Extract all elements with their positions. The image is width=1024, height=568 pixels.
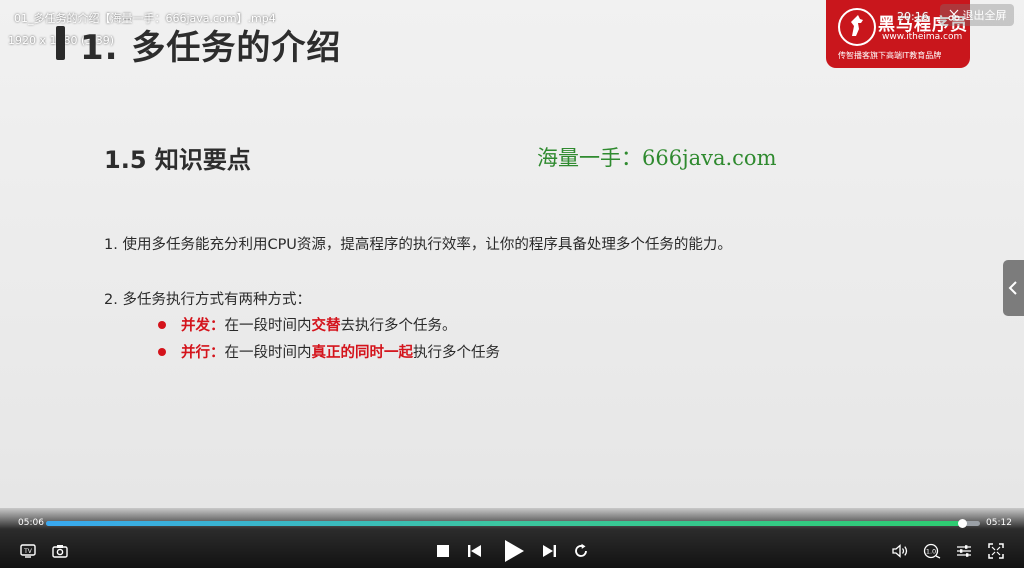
side-panel-toggle[interactable] xyxy=(1003,260,1024,316)
horse-logo-icon xyxy=(838,8,876,46)
chevron-left-icon xyxy=(1008,281,1017,295)
clock: 20:16 xyxy=(897,10,929,23)
fullscreen-icon[interactable] xyxy=(987,542,1005,560)
sub2-pre: 在一段时间内 xyxy=(224,345,312,361)
brand-url: www.itheima.com xyxy=(882,32,963,42)
play-icon[interactable] xyxy=(501,539,527,563)
volume-icon[interactable] xyxy=(891,542,909,560)
exit-fullscreen-button[interactable]: 退出全屏 xyxy=(940,4,1014,26)
progress-bar[interactable] xyxy=(46,519,980,528)
replay-icon[interactable] xyxy=(572,542,590,560)
progress-handle[interactable] xyxy=(958,519,968,528)
bullet-icon xyxy=(158,320,166,329)
title-accent-bar xyxy=(56,26,65,60)
bullet-icon xyxy=(158,347,166,356)
progress-fill xyxy=(46,521,963,526)
sub1-pre: 在一段时间内 xyxy=(224,318,312,334)
prev-icon[interactable] xyxy=(466,542,484,560)
horse-icon xyxy=(851,15,863,36)
camera-icon[interactable] xyxy=(51,542,69,560)
point-2: 2. 多任务执行方式有两种方式： xyxy=(104,292,311,308)
sub2-emphasis: 真正的同时一起 xyxy=(311,345,414,361)
current-time: 05:06 xyxy=(18,518,44,528)
sub-point-parallelism: 并行： 在一段时间内 真正的同时一起 执行多个任务 xyxy=(158,341,500,362)
term-parallelism: 并行： xyxy=(181,345,225,361)
sub1-post: 去执行多个任务。 xyxy=(340,318,457,334)
total-time: 05:12 xyxy=(986,518,1012,528)
settings-icon[interactable] xyxy=(955,542,973,560)
scissors-icon xyxy=(947,9,960,21)
next-icon[interactable] xyxy=(540,542,558,560)
slide-title: 1. 多任务的介绍 xyxy=(80,28,342,68)
term-concurrency: 并发： xyxy=(181,318,225,334)
tv-icon[interactable]: TV xyxy=(19,542,37,560)
sub1-emphasis: 交替 xyxy=(311,318,341,334)
point-1: 1. 使用多任务能充分利用CPU资源，提高程序的执行效率，让你的程序具备处理多个… xyxy=(104,237,732,253)
player-controls: 05:06 05:12 TV 1.0 xyxy=(0,508,1024,568)
sub-point-concurrency: 并发： 在一段时间内 交替 去执行多个任务。 xyxy=(158,314,457,335)
watermark: 海量一手：666java.com xyxy=(537,146,777,170)
stop-icon[interactable] xyxy=(434,542,452,560)
speed-icon[interactable]: 1.0 xyxy=(923,542,941,560)
svg-text:1.0: 1.0 xyxy=(926,548,936,556)
svg-text:TV: TV xyxy=(23,548,33,555)
section-heading: 1.5 知识要点 xyxy=(104,146,251,174)
exit-fullscreen-label: 退出全屏 xyxy=(962,9,1007,22)
brand-slogan: 传智播客旗下高端IT教育品牌 xyxy=(838,51,942,60)
sub2-post: 执行多个任务 xyxy=(413,345,500,361)
slide: 01_多任务的介绍【海量一手：666java.com】.mp4 1920 x 1… xyxy=(0,0,1024,508)
